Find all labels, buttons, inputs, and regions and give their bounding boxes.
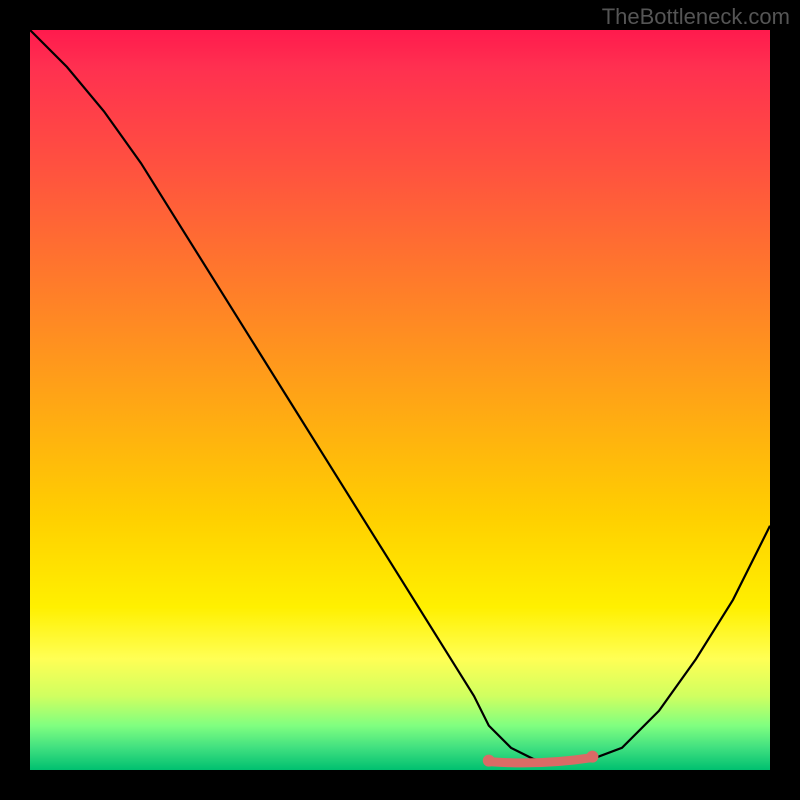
chart-svg <box>30 30 770 770</box>
optimal-range-highlight <box>489 758 593 763</box>
optimal-range-end-dot <box>586 751 598 763</box>
optimal-range-start-dot <box>483 755 495 767</box>
chart-plot-area <box>30 30 770 770</box>
watermark-text: TheBottleneck.com <box>602 4 790 30</box>
bottleneck-curve <box>30 30 770 763</box>
